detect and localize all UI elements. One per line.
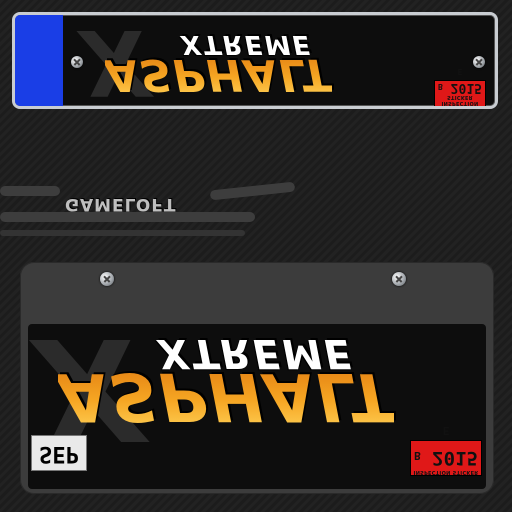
brand-label: GAMELOFT	[65, 194, 177, 214]
sticker-right-letter: E	[442, 424, 450, 437]
sticker-small-text: INSPECTION STICKER	[413, 469, 479, 475]
sticker-small-text: INSPECTION STICKER	[441, 94, 479, 106]
plate-face: X XTREME ASPHALT SEP INSPECTION STICKER …	[28, 306, 486, 489]
screw-icon	[100, 272, 114, 286]
bracket-shadow	[0, 230, 245, 236]
license-plate-top: X XTREME ASPHALT INSPECTION STICKER B 20…	[12, 12, 498, 109]
sticker-year: 2015	[432, 447, 478, 469]
sticker-left-letter: B	[414, 449, 421, 462]
license-plate-bottom: X XTREME ASPHALT SEP INSPECTION STICKER …	[20, 262, 494, 494]
sticker-right-letter: E	[457, 67, 463, 76]
inspection-sticker: INSPECTION STICKER B 2015 E	[411, 424, 481, 475]
sticker-year: 2015	[450, 80, 482, 95]
plate-logo-area: X XTREME ASPHALT	[63, 15, 495, 106]
screw-icon	[392, 272, 406, 286]
eu-blue-band	[15, 15, 63, 106]
plate-bracket: GAMELOFT	[0, 178, 512, 248]
bracket-arm-mid	[209, 181, 296, 201]
bracket-arm-left	[0, 186, 60, 196]
inspection-sticker: INSPECTION STICKER B 2015 E	[435, 67, 485, 106]
asphalt-logo-text: ASPHALT	[105, 49, 332, 100]
month-sticker: SEP	[32, 436, 86, 470]
sticker-left-letter: B	[438, 82, 443, 91]
asphalt-logo-text: ASPHALT	[58, 358, 395, 435]
